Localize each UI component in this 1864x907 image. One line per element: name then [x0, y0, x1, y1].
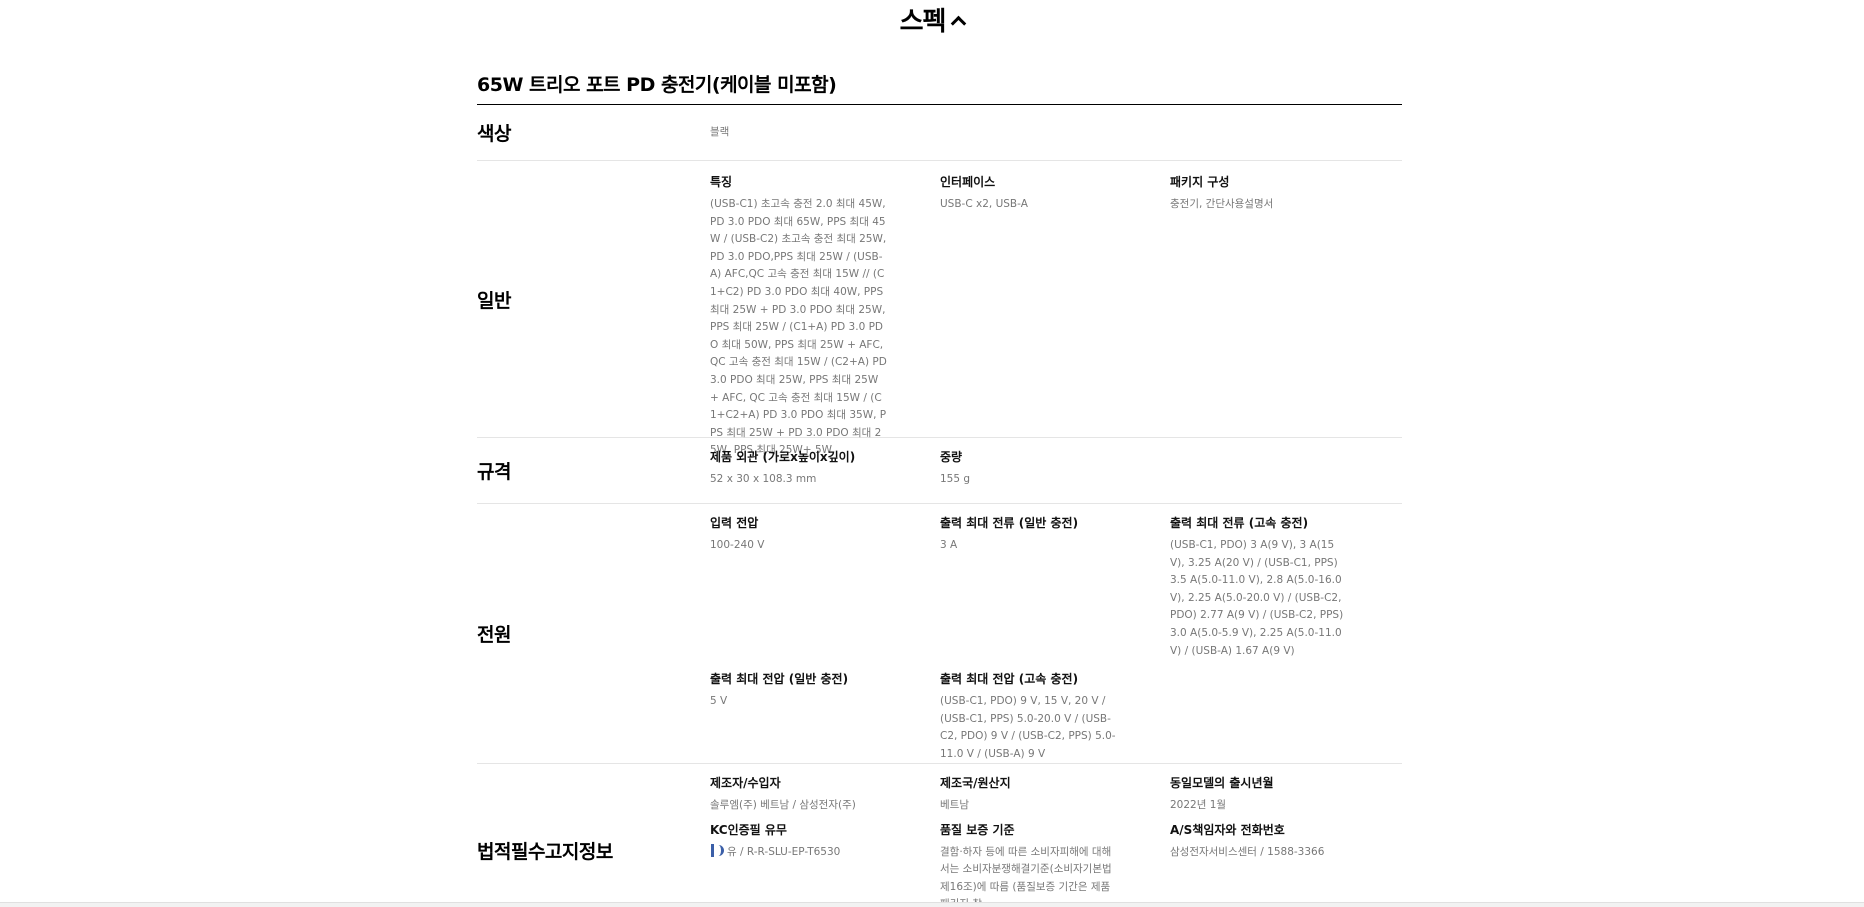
- spec-value: 155 g: [940, 473, 971, 485]
- kc-cert-text: 유 / R-R-SLU-EP-T6530: [727, 845, 841, 858]
- spec-item-features: 특징 (USB-C1) 초고속 충전 2.0 최대 45W, PD 3.0 PD…: [710, 173, 940, 460]
- spec-item-package: 패키지 구성 충전기, 간단사용설명서: [1170, 173, 1400, 460]
- section-label: 법적필수고지정보: [477, 841, 613, 863]
- spec-value: USB-C x2, USB-A: [940, 198, 1028, 210]
- spec-value: 삼성전자서비스센터 / 1588-3366: [1170, 845, 1325, 858]
- spec-item-color: 블랙: [710, 124, 781, 142]
- spec-value: (USB-C1) 초고속 충전 2.0 최대 45W, PD 3.0 PDO 최…: [710, 198, 887, 457]
- spec-toggle[interactable]: 스펙: [0, 0, 1864, 38]
- spec-name: A/S책임자와 전화번호: [1170, 822, 1285, 837]
- spec-name: 입력 전압: [710, 516, 759, 530]
- spec-value: 유 / R-R-SLU-EP-T6530: [710, 843, 940, 862]
- spec-item-interface: 인터페이스 USB-C x2, USB-A: [940, 173, 1170, 460]
- spec-item-release-date: 동일모델의 출시년월 2022년 1월: [1170, 774, 1400, 815]
- spec-name: 출력 최대 전류 (고속 충전): [1170, 516, 1309, 530]
- spec-value: 블랙: [710, 125, 730, 138]
- spec-value: 솔루엠(주) 베트남 / 삼성전자(주): [710, 799, 856, 811]
- spec-value: 5 V: [710, 695, 728, 708]
- spec-item-output-current-normal: 출력 최대 전류 (일반 충전) 3 A: [940, 514, 1170, 660]
- spec-value: 52 x 30 x 108.3 mm: [710, 473, 817, 485]
- spec-page: 스펙 65W 트리오 포트 PD 충전기(케이블 미포함) 색상 블랙 일반 특…: [0, 0, 1864, 907]
- section-label: 규격: [477, 461, 511, 483]
- spec-name: 출력 최대 전압 (일반 충전): [710, 672, 849, 687]
- section-power: 전원 입력 전압 100-240 V 출력 최대 전류 (일반 충전) 3 A …: [477, 504, 1402, 764]
- section-label: 일반: [477, 289, 511, 312]
- spec-name: 동일모델의 출시년월: [1170, 776, 1274, 790]
- spec-name: 제조국/원산지: [940, 776, 1011, 790]
- spec-item-as-contact: A/S책임자와 전화번호 삼성전자서비스센터 / 1588-3366: [1170, 821, 1400, 907]
- kc-certification-icon: [710, 843, 724, 857]
- product-title: 65W 트리오 포트 PD 충전기(케이블 미포함): [477, 70, 1402, 105]
- spec-name: 인터페이스: [940, 175, 996, 189]
- section-general: 일반 특징 (USB-C1) 초고속 충전 2.0 최대 45W, PD 3.0…: [477, 161, 1402, 456]
- spec-name: 출력 최대 전류 (일반 충전): [940, 516, 1079, 530]
- spec-name: 출력 최대 전압 (고속 충전): [940, 672, 1079, 687]
- spec-value: 베트남: [940, 799, 969, 811]
- spec-value: 3 A: [940, 539, 958, 551]
- spec-item-input-voltage: 입력 전압 100-240 V: [710, 514, 940, 660]
- section-label: 전원: [477, 624, 511, 646]
- spec-item-kc-cert: KC인증필 유무 유 / R-R-SLU-EP-T6530: [710, 821, 940, 907]
- spec-item-manufacturer: 제조자/수입자 솔루엠(주) 베트남 / 삼성전자(주): [710, 774, 940, 815]
- spec-name: 제조자/수입자: [710, 776, 781, 790]
- spec-heading-title: 스펙: [899, 6, 947, 37]
- spec-item-warranty: 품질 보증 기준 결함·하자 등에 따른 소비자피해에 대해서는 소비자분쟁해결…: [940, 821, 1170, 907]
- spec-value: (USB-C1, PDO) 3 A(9 V), 3 A(15 V), 3.25 …: [1170, 539, 1344, 657]
- spec-item-output-voltage-normal: 출력 최대 전압 (일반 충전) 5 V: [710, 670, 940, 763]
- spec-name: 패키지 구성: [1170, 175, 1230, 189]
- section-color: 색상 블랙: [477, 105, 1402, 161]
- section-legal: 법적필수고지정보 제조자/수입자 솔루엠(주) 베트남 / 삼성전자(주) 제조…: [477, 764, 1402, 907]
- spec-item-output-current-fast: 출력 최대 전류 (고속 충전) (USB-C1, PDO) 3 A(9 V),…: [1170, 514, 1400, 660]
- spec-name: 특징: [710, 175, 733, 189]
- spec-item-origin: 제조국/원산지 베트남: [940, 774, 1170, 815]
- spec-item-output-voltage-fast: 출력 최대 전압 (고속 충전) (USB-C1, PDO) 9 V, 15 V…: [940, 670, 1170, 763]
- spec-value: (USB-C1, PDO) 9 V, 15 V, 20 V / (USB-C1,…: [940, 695, 1116, 760]
- spec-name: 품질 보증 기준: [940, 822, 1015, 837]
- section-label: 색상: [477, 123, 511, 145]
- spec-name: 중량: [940, 450, 963, 464]
- spec-value: 충전기, 간단사용설명서: [1170, 198, 1274, 210]
- spec-name: KC인증필 유무: [710, 822, 787, 837]
- spec-item-dimensions: 제품 외관 (가로x높이x깊이) 52 x 30 x 108.3 mm: [710, 448, 940, 491]
- chevron-up-icon[interactable]: [951, 15, 967, 31]
- spec-name: 제품 외관 (가로x높이x깊이): [710, 450, 856, 464]
- spec-value: 2022년 1월: [1170, 799, 1227, 811]
- spec-item-weight: 중량 155 g: [940, 448, 1170, 491]
- section-spec: 규격 제품 외관 (가로x높이x깊이) 52 x 30 x 108.3 mm 중…: [477, 438, 1402, 504]
- spec-table: 65W 트리오 포트 PD 충전기(케이블 미포함) 색상 블랙 일반 특징 (…: [477, 70, 1402, 907]
- spec-value: 결함·하자 등에 따른 소비자피해에 대해서는 소비자분쟁해결기준(소비자기본법…: [940, 845, 1112, 907]
- spec-value: 100-240 V: [710, 539, 765, 551]
- horizontal-scrollbar[interactable]: [0, 902, 1864, 907]
